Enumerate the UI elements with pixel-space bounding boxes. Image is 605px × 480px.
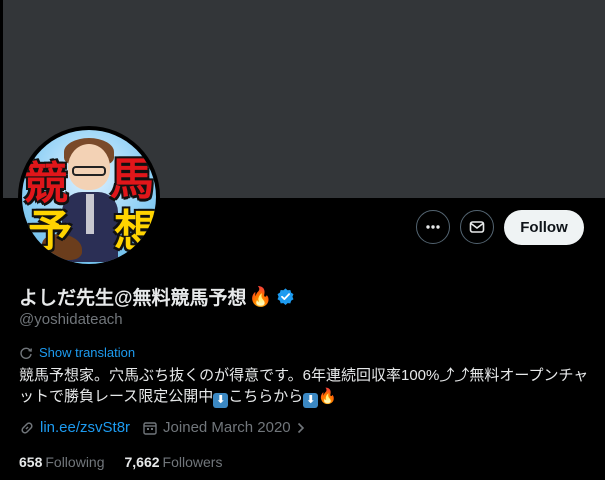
followers-count: 7,662 — [124, 454, 160, 470]
avatar-tie — [86, 194, 94, 234]
website-link[interactable]: lin.ee/zsvSt8r — [19, 419, 130, 436]
following-stat[interactable]: 658 Following — [19, 454, 105, 470]
following-label: Following — [45, 454, 105, 470]
calendar-icon — [143, 421, 157, 435]
show-translation-label: Show translation — [39, 345, 136, 360]
handle: @yoshidateach — [19, 311, 123, 328]
followers-label: Followers — [162, 454, 223, 470]
show-translation-link[interactable]: Show translation — [19, 345, 135, 360]
bio-line-2a: ットで勝負レース限定公開中 — [19, 388, 214, 405]
fire-emoji: 🔥 — [248, 286, 273, 308]
followers-stat[interactable]: 7,662 Followers — [125, 454, 223, 470]
joined-date-text: Joined March 2020 — [163, 419, 291, 436]
avatar-text-4: 想 — [114, 206, 156, 257]
avatar-text-1: 競 — [24, 158, 68, 209]
avatar-text-2: 馬 — [110, 154, 154, 205]
profile-meta: lin.ee/zsvSt8r Joined March 2020 — [19, 419, 324, 436]
verified-badge-icon[interactable] — [276, 287, 295, 306]
more-button[interactable] — [416, 210, 450, 244]
display-name: よしだ先生@無料競馬予想 — [19, 288, 247, 309]
website-link-text[interactable]: lin.ee/zsvSt8r — [40, 419, 130, 436]
avatar[interactable]: 競 馬 予 想 — [18, 126, 160, 268]
display-name-row: よしだ先生@無料競馬予想 🔥 — [19, 283, 295, 310]
message-icon — [469, 221, 485, 233]
bio-line-2b: こちらから — [228, 388, 304, 405]
chevron-right-icon — [297, 422, 304, 433]
down-arrow-icon: ⬇ — [303, 393, 319, 408]
following-count: 658 — [19, 454, 43, 470]
bio-line-1: 競馬予想家。穴馬ぶち抜くのが得意です。6年連続回収率100%⤴⤴無料オープンチャ — [19, 367, 589, 384]
bio: 競馬予想家。穴馬ぶち抜くのが得意です。6年連続回収率100%⤴⤴無料オープンチャ… — [19, 365, 589, 408]
avatar-image: 競 馬 予 想 — [22, 130, 156, 264]
down-arrow-icon: ⬇ — [213, 393, 229, 408]
avatar-text-3: 予 — [28, 206, 72, 257]
translate-icon — [20, 347, 32, 359]
more-icon — [426, 225, 440, 229]
message-button[interactable] — [460, 210, 494, 244]
joined-date[interactable]: Joined March 2020 — [142, 419, 312, 436]
follow-stats: 658 Following 7,662 Followers — [19, 454, 242, 470]
avatar-glasses — [72, 166, 106, 176]
follow-button[interactable]: Follow — [504, 210, 584, 245]
link-icon — [21, 421, 33, 434]
fire-emoji: 🔥 — [318, 388, 337, 405]
